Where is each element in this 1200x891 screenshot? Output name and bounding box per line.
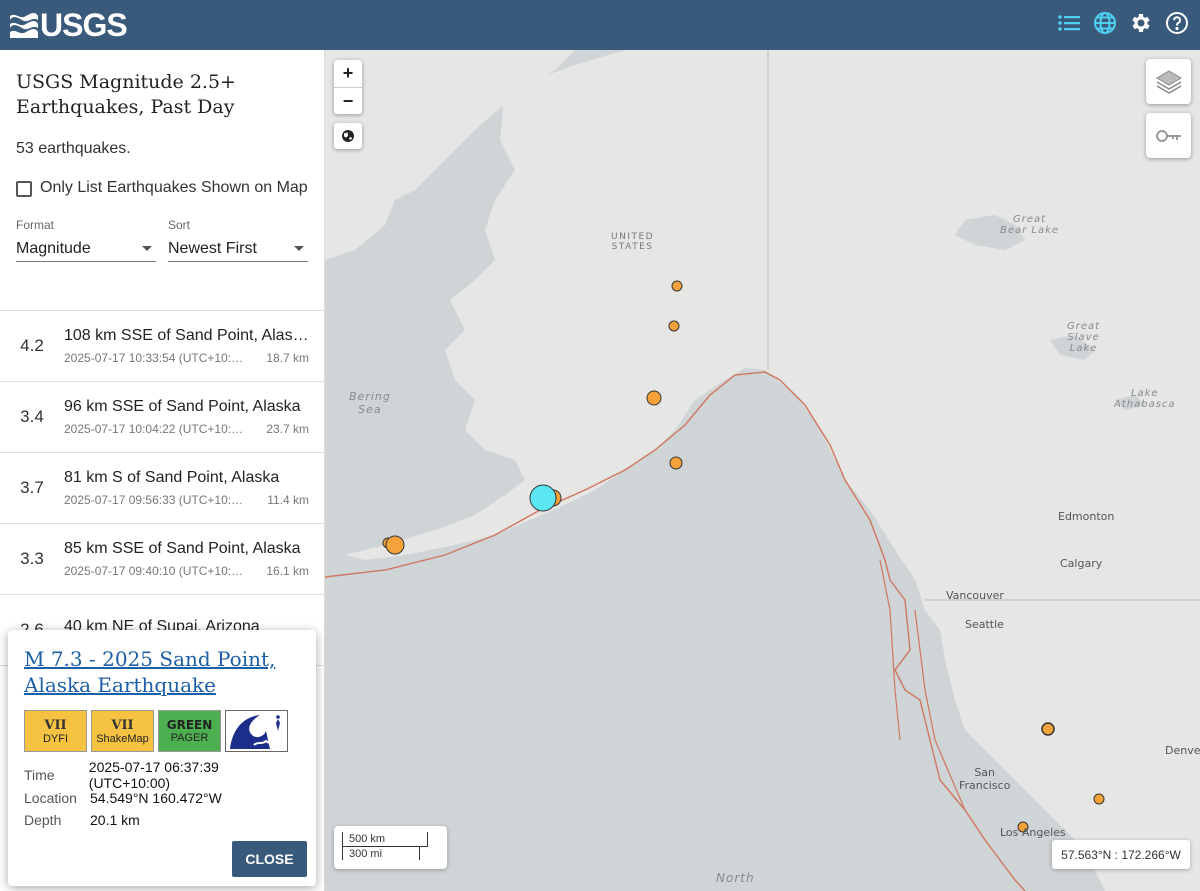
label-bering-sea: Bering Sea: [349, 390, 391, 416]
map-canvas[interactable]: UNITED STATES Bering Sea Great Bear Lake…: [325, 50, 1200, 891]
pager-level: GREEN: [166, 718, 213, 732]
world-view-button[interactable]: [334, 123, 362, 149]
earthquake-marker: [668, 320, 680, 332]
label-united-states: UNITED STATES: [611, 232, 655, 252]
list-icon[interactable]: [1056, 10, 1082, 36]
time-value: 2025-07-17 06:37:39 (UTC+10:00): [88, 759, 219, 792]
tsunami-icon[interactable]: [225, 710, 288, 752]
scale-bar: 500 km 300 mi: [334, 826, 447, 869]
time-label: Time: [24, 767, 55, 784]
label-north: North: [716, 871, 755, 885]
earthquake-popup: M 7.3 - 2025 Sand Point, Alaska Earthqua…: [8, 630, 316, 886]
pager-label: PAGER: [170, 732, 209, 744]
feed-title: USGS Magnitude 2.5+ Earthquakes, Past Da…: [16, 71, 236, 118]
earthquake-list: 4.2 108 km SSE of Sand Point, Alaska 202…: [0, 310, 324, 666]
help-icon[interactable]: [1164, 10, 1190, 36]
eq-magnitude: 3.7: [20, 478, 44, 497]
earthquake-marker: [671, 280, 683, 292]
depth-value: 20.1 km: [90, 812, 140, 829]
eq-time: 2025-07-17 10:33:54 (UTC+10:00): [64, 351, 244, 365]
earthquake-marker: [646, 390, 662, 406]
label-los-angeles: Los Angeles: [1000, 826, 1066, 839]
map-filter-checkbox[interactable]: [16, 181, 32, 197]
format-label: Format: [16, 218, 55, 232]
dyfi-intensity: VII: [44, 717, 67, 733]
shakemap-label: ShakeMap: [96, 732, 149, 745]
list-item[interactable]: 3.7 81 km S of Sand Point, Alaska 2025-0…: [0, 453, 324, 524]
logo-text: USGS: [40, 6, 128, 43]
eq-depth: 16.1 km: [266, 564, 309, 578]
earthquake-marker: [385, 535, 405, 555]
eq-magnitude: 3.3: [20, 549, 44, 568]
list-item[interactable]: 3.3 85 km SSE of Sand Point, Alaska 2025…: [0, 524, 324, 595]
shakemap-badge[interactable]: VII ShakeMap: [91, 710, 154, 752]
globe-icon: [342, 130, 354, 142]
eq-depth: 23.7 km: [266, 422, 309, 436]
layers-button[interactable]: [1146, 59, 1191, 104]
basemap: [325, 50, 1200, 891]
location-label: Location: [24, 789, 77, 806]
sort-select[interactable]: Sort Newest First: [168, 218, 308, 262]
earthquake-marker: [1093, 793, 1105, 805]
earthquake-count: 53 earthquakes.: [16, 140, 131, 157]
eq-place: 96 km SSE of Sand Point, Alaska: [64, 398, 301, 415]
chevron-down-icon: [142, 246, 152, 251]
label-denver: Denve: [1165, 744, 1200, 757]
eq-depth: 18.7 km: [266, 351, 309, 365]
location-value: 54.549°N 160.472°W: [90, 789, 222, 806]
chevron-down-icon: [294, 246, 304, 251]
eq-time: 2025-07-17 09:40:10 (UTC+10:00): [64, 564, 244, 578]
usgs-wave-icon: [10, 13, 38, 38]
legend-button[interactable]: [1146, 113, 1191, 158]
eq-time: 2025-07-17 10:04:22 (UTC+10:00): [64, 422, 244, 436]
label-great-bear-lake: Great Bear Lake: [1000, 214, 1060, 236]
list-item[interactable]: 3.4 96 km SSE of Sand Point, Alaska 2025…: [0, 382, 324, 453]
eq-magnitude: 3.4: [20, 407, 44, 426]
label-san-francisco: San Francisco: [959, 766, 1011, 792]
label-calgary: Calgary: [1060, 557, 1103, 570]
layers-icon: [1155, 69, 1182, 94]
label-edmonton: Edmonton: [1058, 510, 1115, 523]
map-filter-toggle[interactable]: Only List Earthquakes Shown on Map: [0, 158, 324, 200]
key-icon: [1155, 129, 1181, 142]
depth-label: Depth: [24, 812, 62, 829]
earthquake-marker: [1041, 722, 1055, 736]
eq-time: 2025-07-17 09:56:33 (UTC+10:00): [64, 493, 244, 507]
shakemap-intensity: VII: [111, 717, 134, 733]
usgs-logo[interactable]: USGS: [10, 6, 128, 44]
close-button[interactable]: CLOSE: [232, 841, 307, 877]
zoom-out-button[interactable]: −: [334, 87, 362, 114]
pager-badge[interactable]: GREEN PAGER: [158, 710, 221, 752]
map-filter-label: Only List Earthquakes Shown on Map: [40, 179, 308, 196]
gear-icon[interactable]: [1128, 10, 1154, 36]
label-seattle: Seattle: [965, 618, 1004, 631]
dyfi-badge[interactable]: VII DYFI: [24, 710, 87, 752]
globe-icon[interactable]: [1092, 10, 1118, 36]
event-title-link[interactable]: M 7.3 - 2025 Sand Point, Alaska Earthqua…: [24, 646, 300, 698]
eq-magnitude: 4.2: [20, 336, 44, 355]
sort-value: Newest First: [168, 239, 257, 257]
list-item[interactable]: 4.2 108 km SSE of Sand Point, Alaska 202…: [0, 311, 324, 382]
label-lake-athabasca: Lake Athabasca: [1114, 388, 1176, 410]
header-bar: USGS: [0, 0, 1200, 50]
cursor-coordinates: 57.563°N : 172.266°W: [1052, 840, 1190, 869]
sort-label: Sort: [168, 218, 191, 232]
format-select[interactable]: Format Magnitude: [16, 218, 156, 262]
zoom-in-button[interactable]: +: [334, 60, 362, 87]
format-value: Magnitude: [16, 239, 91, 257]
eq-place: 108 km SSE of Sand Point, Alaska: [64, 327, 309, 344]
label-vancouver: Vancouver: [946, 589, 1004, 602]
eq-depth: 11.4 km: [267, 493, 309, 507]
eq-place: 85 km SSE of Sand Point, Alaska: [64, 540, 301, 557]
label-great-slave-lake: Great Slave Lake: [1067, 321, 1101, 354]
zoom-control: + −: [334, 60, 362, 114]
scale-km: 500 km: [342, 832, 428, 847]
eq-place: 81 km S of Sand Point, Alaska: [64, 469, 280, 486]
earthquake-marker: [669, 456, 683, 470]
dyfi-label: DYFI: [42, 732, 69, 745]
earthquake-marker-selected: [529, 484, 557, 512]
scale-mi: 300 mi: [342, 846, 420, 860]
